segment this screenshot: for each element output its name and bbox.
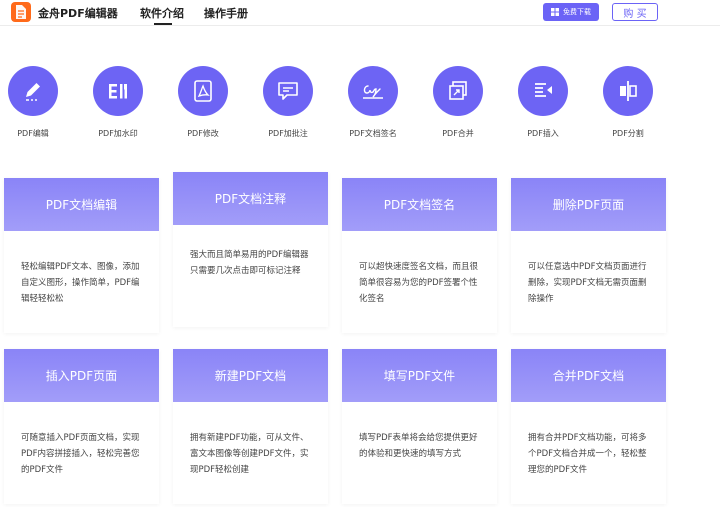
card-description: 可随意插入PDF页面文档，实现PDF内容拼接插入，轻松完善您的PDF文件 bbox=[21, 433, 140, 475]
card-pdf-annotate[interactable]: PDF文档注释 强大而且简单易用的PDF编辑器只需要几次点击即可标记注释 bbox=[173, 172, 328, 327]
signature-icon bbox=[348, 66, 398, 116]
pencil-icon bbox=[8, 66, 58, 116]
feature-label: PDF加水印 bbox=[98, 129, 138, 138]
feature-label: PDF分割 bbox=[612, 129, 644, 138]
feature-pdf-edit[interactable]: PDF编辑 bbox=[0, 66, 76, 139]
card-title: 删除PDF页面 bbox=[511, 178, 666, 231]
free-download-button[interactable]: 免费下载 bbox=[543, 3, 599, 21]
card-description: 拥有新建PDF功能，可从文件、富文本图像等创建PDF文件，实现PDF轻松创建 bbox=[190, 433, 309, 475]
feature-pdf-split[interactable]: PDF分割 bbox=[585, 66, 671, 139]
top-header: 金舟PDF编辑器 软件介绍 操作手册 免费下载 购 买 bbox=[0, 0, 720, 26]
card-description: 可以超快速度签名文档，而且很简单很容易为您的PDF签署个性化签名 bbox=[359, 262, 479, 304]
card-title: 插入PDF页面 bbox=[4, 349, 159, 402]
card-title: PDF文档签名 bbox=[342, 178, 497, 231]
feature-pdf-annotate[interactable]: PDF加批注 bbox=[245, 66, 331, 139]
nav-software-intro[interactable]: 软件介绍 bbox=[140, 5, 184, 21]
feature-pdf-merge[interactable]: PDF合并 bbox=[415, 66, 501, 139]
feature-pdf-watermark[interactable]: PDF加水印 bbox=[75, 66, 161, 139]
comment-icon bbox=[263, 66, 313, 116]
nav-user-manual[interactable]: 操作手册 bbox=[204, 5, 248, 21]
card-insert-pages[interactable]: 插入PDF页面 可随意插入PDF页面文档，实现PDF内容拼接插入，轻松完善您的P… bbox=[4, 349, 159, 504]
active-nav-indicator bbox=[154, 23, 172, 25]
split-icon bbox=[603, 66, 653, 116]
feature-pdf-insert[interactable]: PDF插入 bbox=[500, 66, 586, 139]
card-description: 强大而且简单易用的PDF编辑器只需要几次点击即可标记注释 bbox=[190, 250, 309, 276]
feature-label: PDF合并 bbox=[442, 129, 474, 138]
card-delete-pages[interactable]: 删除PDF页面 可以任意选中PDF文档页面进行删除，实现PDF文档无需页面删除操… bbox=[511, 178, 666, 333]
buy-button[interactable]: 购 买 bbox=[612, 3, 658, 21]
free-download-label: 免费下载 bbox=[563, 8, 591, 16]
card-description: 可以任意选中PDF文档页面进行删除，实现PDF文档无需页面删除操作 bbox=[528, 262, 647, 304]
card-description: 填写PDF表单将会给您提供更好的体验和更快速的填写方式 bbox=[359, 433, 478, 459]
app-logo-icon[interactable] bbox=[11, 2, 31, 22]
card-fill-form[interactable]: 填写PDF文件 填写PDF表单将会给您提供更好的体验和更快速的填写方式 bbox=[342, 349, 497, 504]
feature-pdf-sign[interactable]: PDF文档签名 bbox=[330, 66, 416, 139]
card-title: 新建PDF文档 bbox=[173, 349, 328, 402]
card-new-document[interactable]: 新建PDF文档 拥有新建PDF功能，可从文件、富文本图像等创建PDF文件，实现P… bbox=[173, 349, 328, 504]
card-title: 填写PDF文件 bbox=[342, 349, 497, 402]
feature-label: PDF插入 bbox=[527, 129, 559, 138]
card-pdf-sign[interactable]: PDF文档签名 可以超快速度签名文档，而且很简单很容易为您的PDF签署个性化签名 bbox=[342, 178, 497, 333]
card-pdf-edit[interactable]: PDF文档编辑 轻松编辑PDF文本、图像，添加自定义图形，操作简单，PDF编辑轻… bbox=[4, 178, 159, 333]
insert-icon bbox=[518, 66, 568, 116]
card-title: 合并PDF文档 bbox=[511, 349, 666, 402]
merge-icon bbox=[433, 66, 483, 116]
windows-icon bbox=[551, 8, 559, 16]
feature-label: PDF修改 bbox=[187, 129, 219, 138]
feature-pdf-modify[interactable]: PDF修改 bbox=[160, 66, 246, 139]
card-description: 拥有合并PDF文档功能，可将多个PDF文档合并成一个，轻松整理您的PDF文件 bbox=[528, 433, 647, 475]
watermark-icon bbox=[93, 66, 143, 116]
card-description: 轻松编辑PDF文本、图像，添加自定义图形，操作简单，PDF编辑轻轻松松 bbox=[21, 262, 140, 304]
card-title: PDF文档注释 bbox=[173, 172, 328, 225]
feature-label: PDF编辑 bbox=[17, 129, 49, 138]
feature-label: PDF加批注 bbox=[268, 129, 308, 138]
pdf-icon bbox=[178, 66, 228, 116]
card-title: PDF文档编辑 bbox=[4, 178, 159, 231]
app-title[interactable]: 金舟PDF编辑器 bbox=[38, 5, 118, 21]
feature-label: PDF文档签名 bbox=[349, 129, 397, 138]
card-merge-documents[interactable]: 合并PDF文档 拥有合并PDF文档功能，可将多个PDF文档合并成一个，轻松整理您… bbox=[511, 349, 666, 504]
